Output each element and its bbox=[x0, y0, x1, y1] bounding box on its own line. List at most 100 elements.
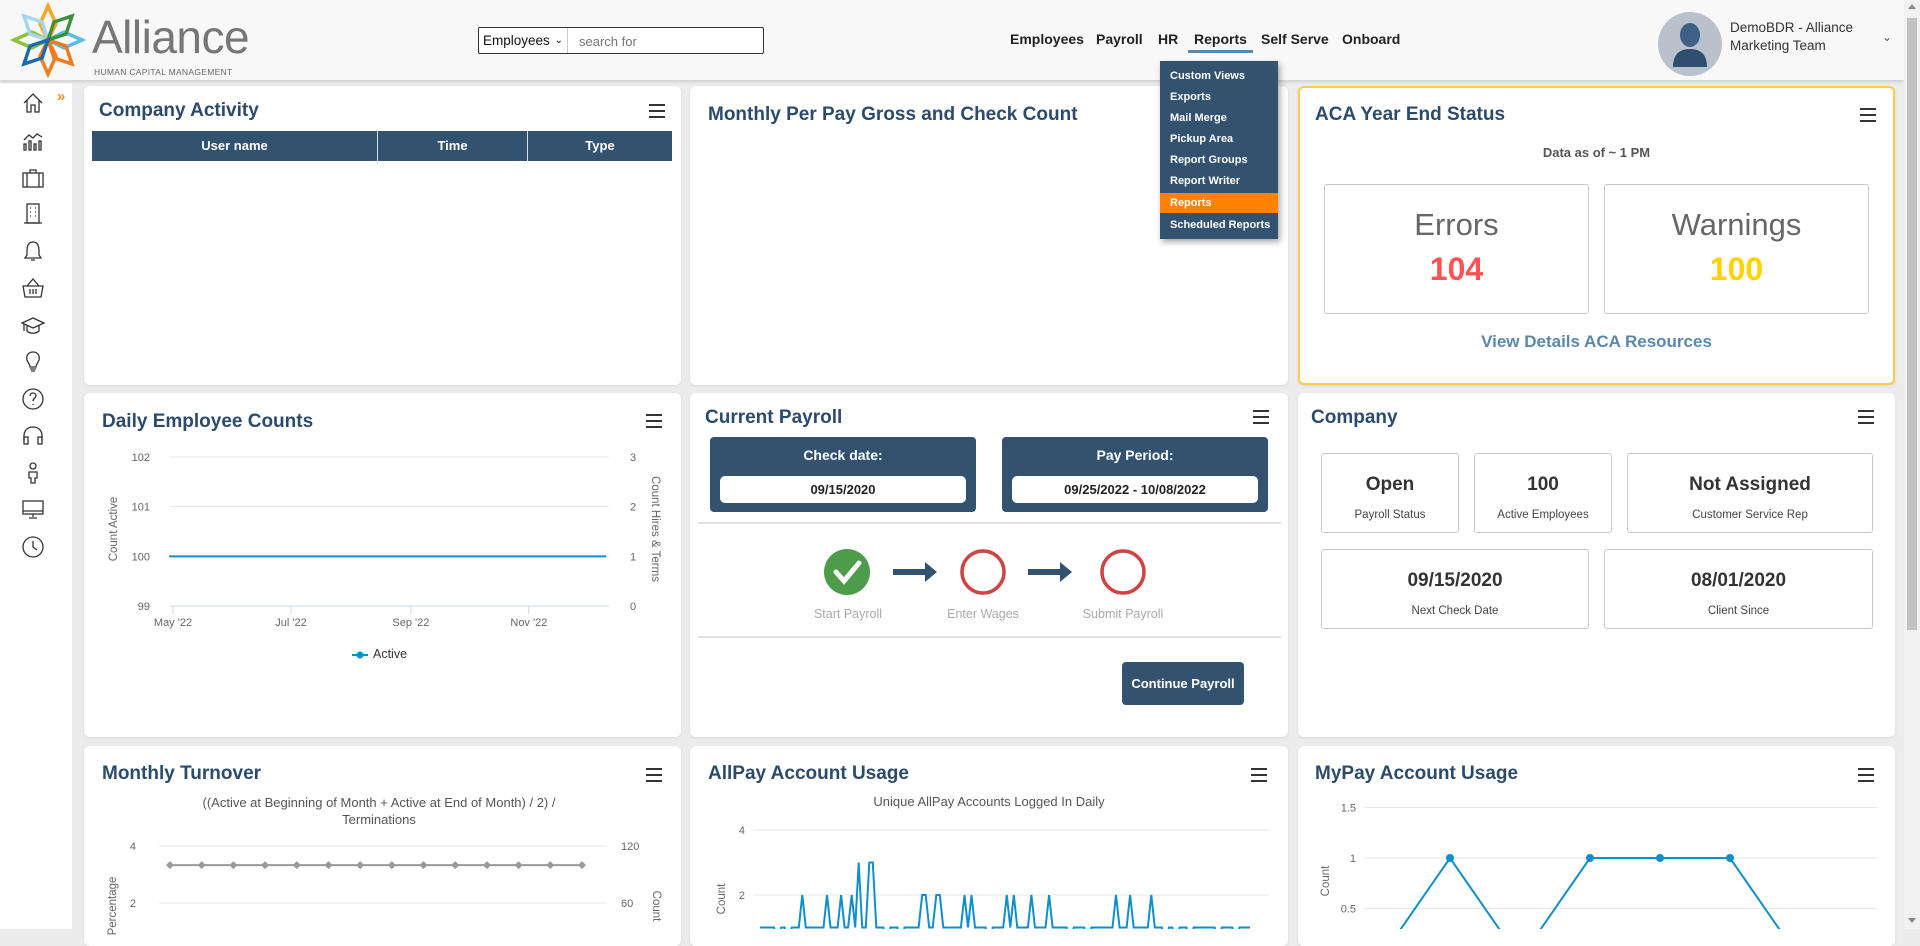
headset-icon[interactable] bbox=[21, 424, 45, 448]
y2-axis-title: Count bbox=[650, 890, 662, 922]
continue-payroll-button[interactable]: Continue Payroll bbox=[1122, 662, 1244, 705]
menu-item-report-writer[interactable]: Report Writer bbox=[1160, 171, 1278, 191]
menu-item-custom-views[interactable]: Custom Views bbox=[1160, 66, 1278, 86]
monthly-turnover-card: Monthly Turnover ((Active at Beginning o… bbox=[84, 746, 681, 946]
graduation-cap-icon[interactable] bbox=[20, 314, 46, 338]
company-activity-card: Company Activity User name Time Type bbox=[84, 86, 681, 385]
menu-item-pickup-area[interactable]: Pickup Area bbox=[1160, 129, 1278, 149]
scroll-up-arrow-icon[interactable] bbox=[1908, 4, 1916, 9]
card-title: Current Payroll bbox=[705, 407, 843, 428]
column-header-time[interactable]: Time bbox=[378, 131, 528, 161]
avatar bbox=[1658, 12, 1722, 76]
card-title: Monthly Per Pay Gross and Check Count bbox=[708, 104, 1078, 125]
check-date-panel: Check date: 09/15/2020 bbox=[710, 437, 976, 512]
sidebar: » bbox=[0, 83, 72, 929]
errors-label: Errors bbox=[1414, 207, 1499, 242]
errors-value: 104 bbox=[1429, 251, 1484, 287]
search-bar: Employees ⌄ bbox=[478, 27, 771, 55]
nav-self-serve[interactable]: Self Serve bbox=[1261, 31, 1329, 47]
vertical-scrollbar[interactable] bbox=[1904, 0, 1920, 929]
user-menu[interactable]: DemoBDR - Alliance Marketing Team ⌄ bbox=[1658, 12, 1898, 76]
nav-employees[interactable]: Employees bbox=[1010, 31, 1084, 47]
customer-service-rep-stat: Not Assigned Customer Service Rep bbox=[1627, 453, 1873, 533]
card-title: MyPay Account Usage bbox=[1315, 763, 1519, 784]
errors-box[interactable]: Errors 104 bbox=[1324, 184, 1589, 314]
stat-label: Active Employees bbox=[1497, 509, 1589, 521]
y-axis-title: Count bbox=[716, 883, 728, 915]
check-date-value: 09/15/2020 bbox=[720, 476, 966, 503]
lightbulb-icon[interactable] bbox=[21, 350, 45, 374]
scrollbar-thumb[interactable] bbox=[1907, 18, 1917, 630]
search-input[interactable] bbox=[569, 28, 771, 55]
help-icon[interactable] bbox=[21, 387, 45, 411]
divider bbox=[698, 636, 1281, 638]
nav-payroll[interactable]: Payroll bbox=[1096, 31, 1143, 47]
mypay-usage-card: MyPay Account Usage bbox=[1298, 746, 1895, 946]
stat-label: Customer Service Rep bbox=[1692, 509, 1808, 521]
analytics-icon[interactable] bbox=[21, 129, 45, 153]
stat-label: Payroll Status bbox=[1354, 509, 1426, 521]
briefcase-icon[interactable] bbox=[21, 166, 45, 190]
stat-value: 100 bbox=[1527, 474, 1559, 495]
nav-onboard[interactable]: Onboard bbox=[1342, 31, 1400, 47]
stat-value: 09/15/2020 bbox=[1407, 570, 1503, 591]
logo-text: Alliance bbox=[92, 11, 250, 63]
scroll-down-arrow-icon[interactable] bbox=[1908, 918, 1916, 923]
column-header-user-name[interactable]: User name bbox=[92, 131, 378, 161]
warnings-value: 100 bbox=[1709, 251, 1764, 287]
home-icon[interactable] bbox=[21, 91, 45, 115]
menu-item-mail-merge[interactable]: Mail Merge bbox=[1160, 108, 1278, 128]
monitor-icon[interactable] bbox=[21, 497, 45, 521]
view-details-aca-link[interactable]: View Details ACA Resources bbox=[1300, 332, 1893, 352]
nav-reports[interactable]: Reports bbox=[1194, 31, 1247, 47]
menu-item-report-groups[interactable]: Report Groups bbox=[1160, 150, 1278, 170]
subtitle-line: ((Active at Beginning of Month + Active … bbox=[202, 795, 556, 810]
hamburger-menu-icon[interactable] bbox=[649, 104, 665, 118]
hamburger-menu-icon[interactable] bbox=[1858, 768, 1874, 782]
chevron-down-icon: ⌄ bbox=[554, 35, 563, 46]
logo[interactable]: Alliance HUMAN CAPITAL MANAGEMENT bbox=[10, 2, 260, 78]
clock-icon[interactable] bbox=[21, 535, 45, 559]
current-payroll-card: Current Payroll Check date: 09/15/2020 P… bbox=[690, 393, 1288, 737]
hamburger-menu-icon[interactable] bbox=[646, 768, 662, 782]
expand-sidebar-icon[interactable]: » bbox=[57, 88, 65, 105]
logo-subtext: HUMAN CAPITAL MANAGEMENT bbox=[94, 67, 233, 77]
menu-item-exports[interactable]: Exports bbox=[1160, 87, 1278, 107]
chart-subtitle: Unique AllPay Accounts Logged In Daily bbox=[873, 794, 1105, 809]
stat-value: 08/01/2020 bbox=[1690, 570, 1787, 591]
warnings-box[interactable]: Warnings 100 bbox=[1604, 184, 1869, 314]
y-axis-title: Count Active bbox=[108, 496, 120, 562]
stat-label: Client Since bbox=[1707, 605, 1770, 617]
stat-label: Next Check Date bbox=[1411, 605, 1499, 617]
chevron-down-icon[interactable]: ⌄ bbox=[1882, 30, 1892, 44]
pay-period-label: Pay Period: bbox=[1096, 447, 1174, 463]
card-title: Daily Employee Counts bbox=[102, 411, 314, 432]
person-icon[interactable] bbox=[21, 461, 45, 485]
hamburger-menu-icon[interactable] bbox=[1251, 768, 1267, 782]
user-name-line2: Marketing Team bbox=[1730, 38, 1826, 53]
stat-value: Not Assigned bbox=[1689, 474, 1811, 495]
legend-marker-icon bbox=[352, 651, 368, 659]
step-label-enter-wages: Enter Wages bbox=[947, 607, 1019, 621]
logo-mark-icon bbox=[10, 2, 86, 78]
nav-hr[interactable]: HR bbox=[1158, 31, 1178, 47]
divider bbox=[698, 522, 1281, 524]
bell-icon[interactable] bbox=[21, 239, 45, 263]
top-header: Alliance HUMAN CAPITAL MANAGEMENT Employ… bbox=[0, 0, 1904, 80]
hamburger-menu-icon[interactable] bbox=[1253, 410, 1269, 424]
stat-value: Open bbox=[1365, 474, 1415, 495]
hamburger-menu-icon[interactable] bbox=[1860, 108, 1876, 122]
hamburger-menu-icon[interactable] bbox=[646, 414, 662, 428]
user-name-line1: DemoBDR - Alliance bbox=[1730, 20, 1854, 35]
menu-item-scheduled-reports[interactable]: Scheduled Reports bbox=[1160, 215, 1278, 235]
search-scope-select[interactable]: Employees ⌄ bbox=[479, 28, 568, 53]
menu-item-reports[interactable]: Reports bbox=[1160, 193, 1278, 213]
pay-period-panel: Pay Period: 09/25/2022 - 10/08/2022 bbox=[1002, 437, 1268, 512]
y-axis-title: Percentage bbox=[107, 876, 119, 936]
card-title: ACA Year End Status bbox=[1315, 104, 1506, 125]
building-icon[interactable] bbox=[21, 202, 45, 226]
basket-icon[interactable] bbox=[21, 276, 45, 300]
column-header-type[interactable]: Type bbox=[528, 131, 672, 161]
y-axis-title: Count bbox=[1320, 865, 1332, 897]
hamburger-menu-icon[interactable] bbox=[1858, 410, 1874, 424]
